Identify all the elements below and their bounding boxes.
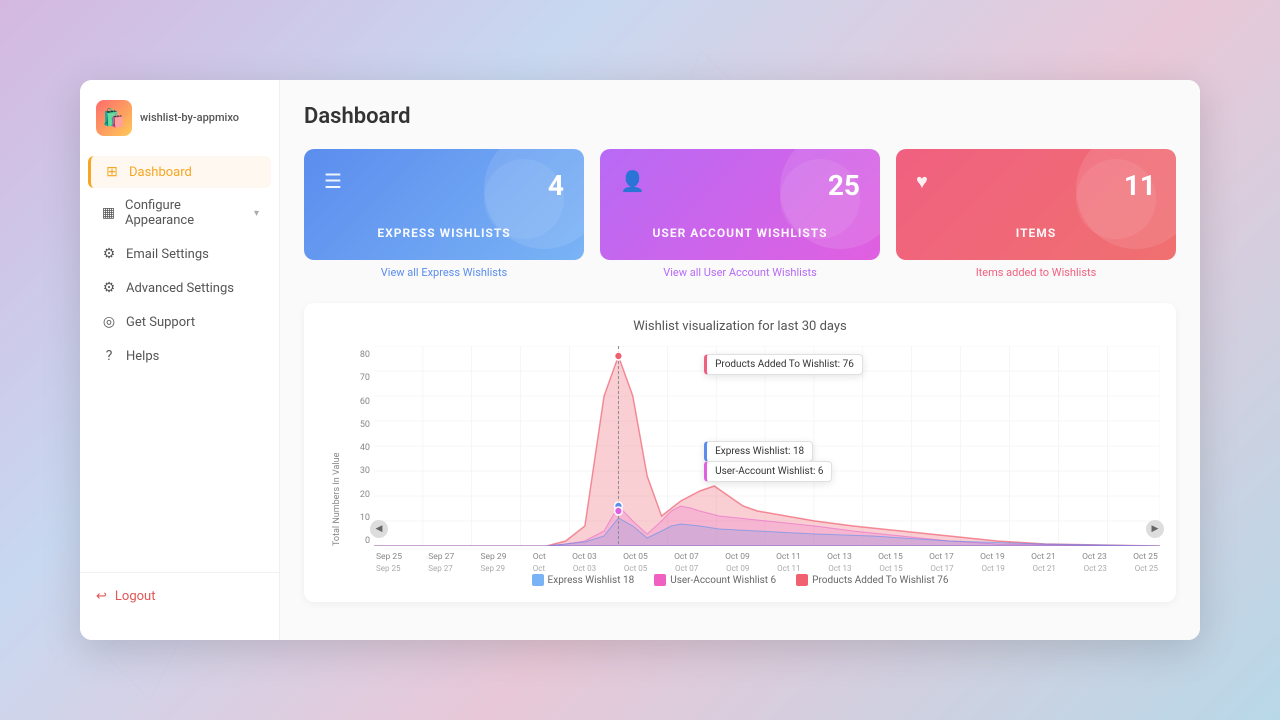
- chart-legend: Express Wishlist 18 User-Account Wishlis…: [320, 574, 1160, 586]
- sidebar-label-configure: Configure Appearance: [125, 198, 246, 228]
- stat-cards-row: ☰ 4 EXPRESS WISHLISTS View all Express W…: [304, 149, 1176, 279]
- sidebar-label-advanced: Advanced Settings: [126, 281, 234, 296]
- legend-user-label: User-Account Wishlist 6: [670, 575, 776, 586]
- main-content: Dashboard ☰ 4 EXPRESS WISHLISTS View all…: [280, 80, 1200, 640]
- user-icon: 👤: [620, 169, 645, 193]
- page-title: Dashboard: [304, 104, 1176, 129]
- sidebar-item-configure[interactable]: ▦ Configure Appearance ▾: [88, 190, 271, 236]
- sidebar-label-dashboard: Dashboard: [129, 165, 192, 180]
- view-express-wishlists-link[interactable]: View all Express Wishlists: [304, 266, 584, 279]
- main-window: 🛍️ wishlist-by-appmixo ⊞ Dashboard ▦ Con…: [80, 80, 1200, 640]
- email-settings-icon: ⚙: [100, 246, 118, 262]
- legend-user-dot: [654, 574, 666, 586]
- view-user-wishlists-link[interactable]: View all User Account Wishlists: [600, 266, 880, 279]
- app-name: wishlist-by-appmixo: [140, 111, 239, 125]
- user-wishlists-label: USER ACCOUNT WISHLISTS: [620, 226, 860, 240]
- logout-label: Logout: [115, 589, 156, 604]
- legend-products-label: Products Added To Wishlist 76: [812, 575, 948, 586]
- sidebar-label-email: Email Settings: [126, 247, 209, 262]
- configure-icon: ▦: [100, 205, 117, 221]
- sidebar-item-helps[interactable]: ? Helps: [88, 340, 271, 372]
- scroll-right-button[interactable]: ▶: [1146, 520, 1164, 538]
- sidebar-footer: ↩ Logout: [80, 572, 279, 620]
- card-user-wishlists[interactable]: 👤 25 USER ACCOUNT WISHLISTS: [600, 149, 880, 260]
- menu-icon: ☰: [324, 169, 342, 193]
- logo-icon: 🛍️: [96, 100, 132, 136]
- card-express-wishlists[interactable]: ☰ 4 EXPRESS WISHLISTS: [304, 149, 584, 260]
- support-icon: ◎: [100, 314, 118, 330]
- chart-container: Wishlist visualization for last 30 days …: [304, 303, 1176, 602]
- sidebar: 🛍️ wishlist-by-appmixo ⊞ Dashboard ▦ Con…: [80, 80, 280, 640]
- logout-button[interactable]: ↩ Logout: [96, 589, 263, 604]
- sidebar-item-advanced[interactable]: ⚙ Advanced Settings: [88, 272, 271, 304]
- dashboard-icon: ⊞: [103, 164, 121, 180]
- heart-icon: ♥: [916, 169, 928, 194]
- sidebar-item-dashboard[interactable]: ⊞ Dashboard: [88, 156, 271, 188]
- sidebar-nav: ⊞ Dashboard ▦ Configure Appearance ▾ ⚙ E…: [80, 156, 279, 572]
- scroll-left-button[interactable]: ◀: [370, 520, 388, 538]
- view-items-link[interactable]: Items added to Wishlists: [896, 266, 1176, 279]
- legend-express-label: Express Wishlist 18: [548, 575, 635, 586]
- chevron-down-icon: ▾: [254, 208, 259, 219]
- legend-products: Products Added To Wishlist 76: [796, 574, 948, 586]
- logout-icon: ↩: [96, 589, 107, 604]
- express-wishlists-label: EXPRESS WISHLISTS: [324, 226, 564, 240]
- card-items[interactable]: ♥ 11 ITEMS: [896, 149, 1176, 260]
- advanced-settings-icon: ⚙: [100, 280, 118, 296]
- legend-user-account: User-Account Wishlist 6: [654, 574, 776, 586]
- sidebar-item-email[interactable]: ⚙ Email Settings: [88, 238, 271, 270]
- app-logo: 🛍️ wishlist-by-appmixo: [80, 100, 279, 156]
- sidebar-label-helps: Helps: [126, 349, 159, 364]
- chart-svg-area: Products Added To Wishlist: 76 Express W…: [374, 346, 1160, 566]
- items-label: ITEMS: [916, 226, 1156, 240]
- legend-express: Express Wishlist 18: [532, 574, 635, 586]
- chart-title: Wishlist visualization for last 30 days: [320, 319, 1160, 334]
- y-axis-label: Total Numbers In Value: [328, 346, 342, 546]
- legend-products-dot: [796, 574, 808, 586]
- sidebar-item-support[interactable]: ◎ Get Support: [88, 306, 271, 338]
- sidebar-label-support: Get Support: [126, 315, 195, 330]
- legend-express-dot: [532, 574, 544, 586]
- helps-icon: ?: [100, 348, 118, 364]
- chart-wrapper: Total Numbers In Value 80 70 60 50 40 30…: [320, 346, 1160, 566]
